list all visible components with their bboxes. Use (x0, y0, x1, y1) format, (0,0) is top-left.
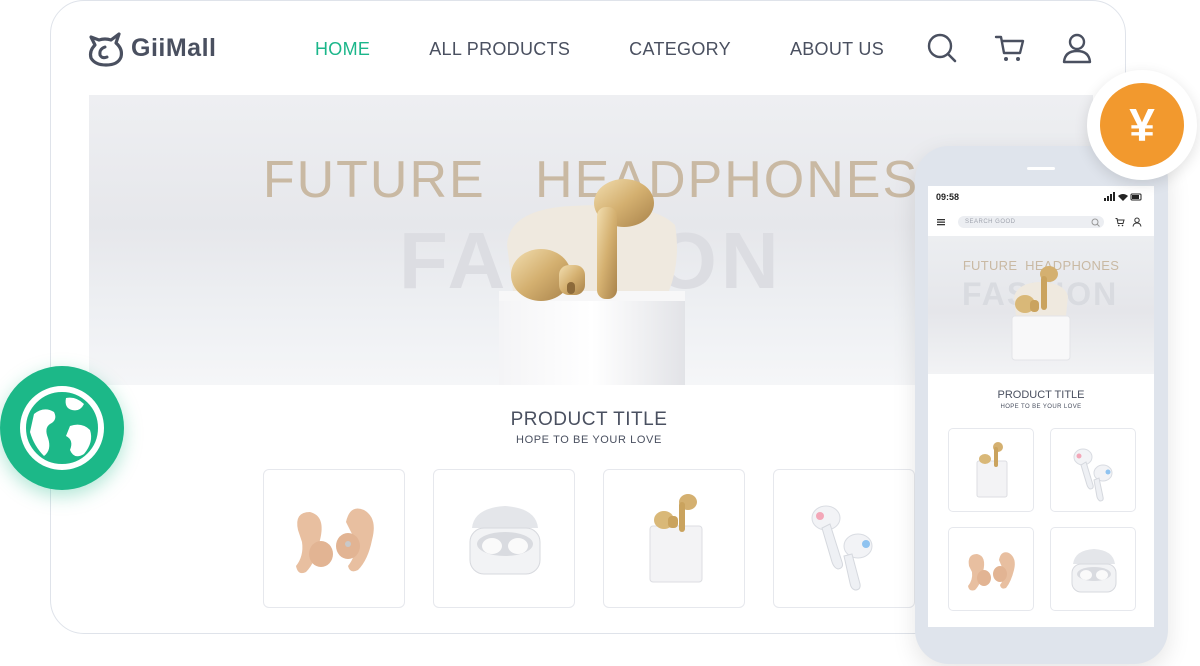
status-bar-time: 09:58 (936, 192, 960, 202)
white-in-ear-earbuds-image (1073, 448, 1113, 502)
globe-icon (20, 386, 104, 470)
search-icon[interactable] (925, 31, 959, 65)
white-in-ear-earbuds-image (811, 505, 873, 591)
mobile-product-card[interactable] (948, 527, 1034, 611)
mobile-search-input[interactable]: SEARCH GOOD (958, 216, 1104, 228)
mobile-product-card[interactable] (948, 428, 1034, 512)
ear-hook-earbuds-image (296, 508, 374, 574)
user-icon[interactable] (1060, 31, 1094, 65)
main-menu: HOME ALL PRODUCTS CATEGORY ABOUT US (315, 39, 943, 60)
mobile-product-section-title: PRODUCT TITLE (997, 389, 1085, 401)
gold-earbuds-case-image (976, 442, 1008, 498)
mobile-product-card[interactable] (1050, 428, 1136, 512)
mobile-phone-frame: 09:58 SEARCH GOOD FASHION FUTURE HEADPHO… (915, 146, 1168, 664)
status-bar-icons (1104, 192, 1142, 201)
cart-icon[interactable] (993, 31, 1027, 65)
mobile-hero-banner[interactable]: FASHION FUTURE HEADPHONES (928, 236, 1154, 374)
mobile-user-icon[interactable] (1132, 217, 1142, 227)
top-navigation-bar: GiiMall HOME ALL PRODUCTS CATEGORY ABOUT… (51, 1, 1125, 95)
white-earbuds-case-image (1071, 549, 1117, 593)
product-card[interactable] (603, 469, 745, 608)
globe-badge (0, 366, 124, 490)
gold-earbuds-case-image (649, 494, 703, 583)
phone-speaker (1027, 167, 1055, 170)
cat-face-logo-icon (88, 32, 124, 67)
brand-logo[interactable]: GiiMall (85, 29, 216, 67)
ear-hook-earbuds-image (968, 552, 1015, 591)
currency-badge: ¥ (1087, 70, 1197, 180)
nav-item-home[interactable]: HOME (315, 39, 370, 60)
nav-item-about-us[interactable]: ABOUT US (790, 39, 884, 60)
product-card[interactable] (773, 469, 915, 608)
nav-item-category[interactable]: CATEGORY (629, 39, 731, 60)
hamburger-menu-icon[interactable] (936, 217, 946, 227)
product-card[interactable] (263, 469, 405, 608)
yen-icon: ¥ (1100, 83, 1184, 167)
brand-name: GiiMall (131, 33, 217, 62)
product-card[interactable] (433, 469, 575, 608)
mobile-cart-icon[interactable] (1115, 217, 1125, 227)
mobile-screen: 09:58 SEARCH GOOD FASHION FUTURE HEADPHO… (928, 186, 1154, 627)
mobile-product-section-subtitle: HOPE TO BE YOUR LOVE (1000, 404, 1082, 410)
mobile-search-icon[interactable] (1091, 218, 1100, 227)
white-earbuds-case-image (469, 506, 541, 575)
mobile-product-card[interactable] (1050, 527, 1136, 611)
mobile-headphones-image (1011, 266, 1071, 361)
nav-item-all-products[interactable]: ALL PRODUCTS (429, 39, 570, 60)
